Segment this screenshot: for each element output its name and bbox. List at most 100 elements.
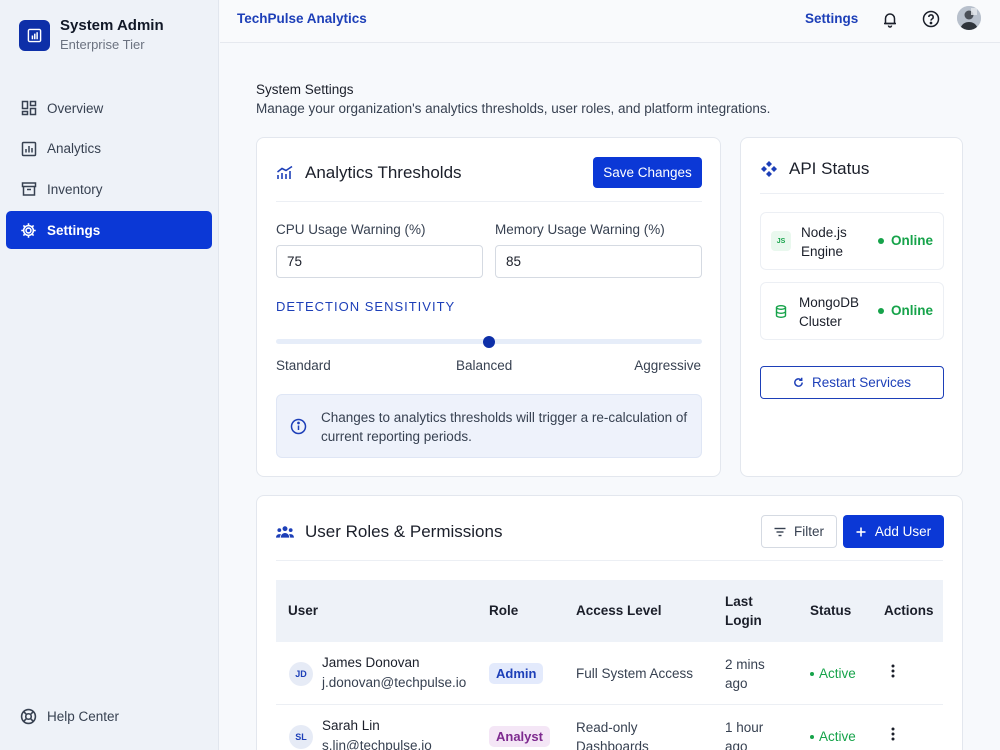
sensitivity-option-aggressive[interactable]: Aggressive [634, 358, 701, 373]
brand: System Admin Enterprise Tier [19, 16, 164, 54]
sidebar-item-inventory[interactable]: Inventory [6, 170, 212, 208]
sidebar-item-label: Settings [47, 222, 101, 238]
status-text: Active [819, 729, 856, 744]
table-row: JD James Donovan j.donovan@techpulse.io … [276, 642, 943, 705]
service-nodejs: JS Node.js Engine Online [760, 212, 944, 270]
card-title-text: API Status [789, 159, 870, 178]
sidebar-item-label: Inventory [47, 181, 103, 197]
column-header-role: Role [489, 603, 519, 618]
api-icon [760, 160, 778, 178]
sidebar-item-overview[interactable]: Overview [6, 89, 212, 127]
help-center-link[interactable]: Help Center [20, 708, 119, 725]
bell-icon[interactable] [880, 9, 900, 29]
service-name: Node.js Engine [801, 225, 847, 259]
brand-subtitle: Enterprise Tier [60, 37, 145, 52]
help-center-label: Help Center [47, 709, 120, 724]
page-subtitle: Manage your organization's analytics thr… [256, 101, 771, 116]
sensitivity-option-balanced[interactable]: Balanced [456, 358, 512, 373]
sidebar-item-settings[interactable]: Settings [6, 211, 212, 250]
detection-sensitivity-label: DETECTION SENSITIVITY [276, 299, 456, 314]
filter-button[interactable]: Filter [761, 515, 837, 548]
sidebar-nav: Overview Analytics Inventory Settings [6, 89, 212, 252]
sidebar-item-label: Overview [47, 100, 104, 116]
status-text: Active [819, 666, 856, 681]
api-status-card: API Status JS Node.js Engine Online Mong… [740, 137, 963, 477]
nodejs-icon: JS [771, 231, 791, 251]
users-group-icon [276, 523, 294, 541]
lifebuoy-icon [20, 708, 37, 725]
analytics-thresholds-title: Analytics Thresholds [276, 163, 462, 183]
brand-title: System Admin [60, 17, 164, 34]
service-status-text: Online [890, 303, 933, 318]
add-user-button[interactable]: Add User [843, 515, 944, 548]
info-icon [290, 418, 307, 440]
table-header: User Role Access Level Last Login Status… [276, 580, 943, 642]
user-email: j.donovan@techpulse.io [322, 675, 467, 690]
user-email: s.lin@techpulse.io [322, 738, 432, 750]
status-badge: Active [810, 666, 856, 681]
cpu-warning-input[interactable] [276, 245, 483, 278]
app-title[interactable]: TechPulse Analytics [237, 11, 367, 26]
service-status-text: Online [890, 233, 933, 248]
analytics-icon [276, 164, 294, 182]
role-badge: Admin [489, 663, 544, 684]
restart-services-label: Restart Services [811, 375, 912, 390]
sidebar: System Admin Enterprise Tier Overview An… [0, 0, 219, 750]
memory-warning-label: Memory Usage Warning (%) [495, 222, 665, 237]
brand-logo-icon [19, 19, 50, 51]
refresh-icon [794, 377, 803, 387]
service-status-badge: Online [877, 303, 933, 318]
user-initials-avatar: SL [289, 725, 313, 749]
table-row: SL Sarah Lin s.lin@techpulse.io Analyst … [276, 705, 943, 750]
user-initials-avatar: JD [289, 662, 313, 686]
card-title-text: User Roles & Permissions [305, 522, 503, 541]
more-actions-icon[interactable] [886, 662, 900, 680]
save-changes-button[interactable]: Save Changes [593, 157, 702, 188]
sensitivity-slider-handle[interactable] [483, 336, 495, 348]
page-title: System Settings [256, 82, 354, 97]
last-login: 1 hour ago [725, 720, 764, 750]
user-roles-title: User Roles & Permissions [276, 522, 502, 542]
last-login: 2 mins ago [725, 657, 765, 691]
memory-warning-input[interactable] [495, 245, 702, 278]
cpu-warning-label: CPU Usage Warning (%) [276, 222, 426, 237]
user-name: Sarah Lin [322, 718, 380, 733]
card-divider [276, 201, 702, 202]
top-settings-link[interactable]: Settings [805, 11, 858, 26]
card-divider [276, 560, 943, 561]
bar-chart-icon [20, 140, 37, 157]
column-header-last-login: Last Login [725, 594, 762, 628]
service-mongodb: MongoDB Cluster Online [760, 282, 944, 340]
service-status-badge: Online [877, 233, 933, 248]
access-level: Read-only Dashboards [576, 720, 649, 750]
column-header-user: User [288, 603, 319, 618]
sidebar-item-analytics[interactable]: Analytics [6, 130, 212, 168]
more-actions-icon[interactable] [886, 725, 900, 743]
card-title-text: Analytics Thresholds [305, 163, 462, 182]
service-name: MongoDB Cluster [799, 295, 860, 329]
dashboard-icon [20, 100, 37, 117]
card-divider [760, 193, 944, 194]
help-icon[interactable] [921, 9, 941, 29]
restart-services-button[interactable]: Restart Services [760, 366, 944, 399]
analytics-thresholds-card: Analytics Thresholds Save Changes CPU Us… [256, 137, 721, 477]
user-name: James Donovan [322, 655, 420, 670]
gear-icon [20, 222, 37, 239]
column-header-status: Status [810, 603, 852, 618]
api-status-title: API Status [760, 159, 869, 179]
sensitivity-option-standard[interactable]: Standard [276, 358, 331, 373]
column-header-actions: Actions [884, 603, 934, 618]
plus-icon [856, 527, 866, 536]
sidebar-item-label: Analytics [47, 141, 102, 157]
user-roles-card: User Roles & Permissions Filter Add User… [256, 495, 963, 750]
add-user-label: Add User [874, 524, 932, 539]
access-level: Full System Access [576, 666, 694, 681]
filter-label: Filter [794, 524, 824, 539]
filter-icon [774, 527, 786, 536]
status-badge: Active [810, 729, 856, 744]
inventory-icon [20, 181, 37, 198]
top-bar: TechPulse Analytics Settings [220, 0, 1000, 43]
info-notice: Changes to analytics thresholds will tri… [276, 394, 702, 458]
info-text: Changes to analytics thresholds will tri… [321, 410, 688, 444]
avatar[interactable] [957, 6, 981, 30]
